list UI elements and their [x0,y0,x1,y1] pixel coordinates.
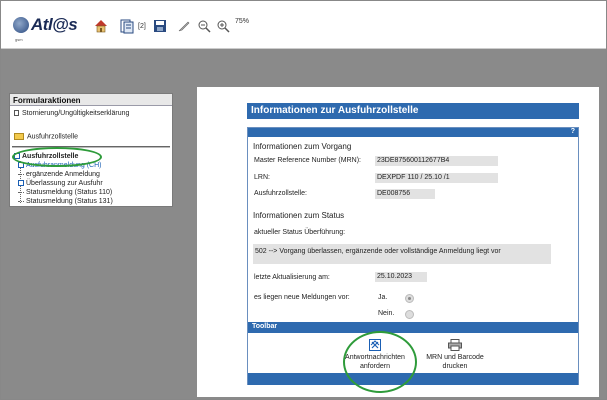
tree-branch [18,191,24,193]
mrn-value: 23DE875600112677B4 [375,156,498,166]
messages-label: es liegen neue Meldungen vor: [254,294,350,301]
tree-item-label: Statusmeldung (Status 131) [26,198,113,205]
no-radio[interactable] [405,310,414,319]
status-label: aktueller Status Überführung: [254,229,346,236]
update-label: letzte Aktualisierung am: [254,274,330,281]
page-title: Informationen zur Ausfuhrzollstelle [247,103,579,119]
zollstelle-label: Ausfuhrzollstelle: [254,190,307,197]
zollstelle-value: DE008756 [375,189,435,199]
print-label-2: drucken [442,363,468,370]
form-actions-title: Formularaktionen [10,94,172,106]
tree-item[interactable]: Statusmeldung (Status 131) [18,198,113,205]
form-toolbar-title: Toolbar [248,322,578,333]
storno-label: Stornierung/Ungültigkeitserklärung [22,110,130,117]
save-icon[interactable] [152,18,168,34]
update-value: 25.10.2023 [375,272,427,282]
help-strip: ? [248,128,578,137]
home-icon[interactable] [93,18,109,34]
tree-item-label: ergänzende Anmeldung [26,171,100,178]
document-icon [14,110,19,117]
tree-item-label: Statusmeldung (Status 110) [26,189,113,196]
tree-branch [18,173,24,175]
pen-icon[interactable] [176,18,192,34]
top-toolbar: Atl@s gsm [2] 75% [1,1,606,49]
status-heading: Informationen zum Status [253,211,345,220]
yes-radio[interactable] [405,294,414,303]
yes-label: Ja. [378,294,388,301]
folder-label: Ausfuhrzollstelle [27,133,78,141]
tree-expand-icon[interactable] [18,180,24,187]
tree-branch [18,200,24,202]
print-mrn-barcode-button[interactable]: MRN und Barcode drucken [425,339,485,371]
printer-icon [448,339,462,351]
folder-ausfuhrzollstelle[interactable]: Ausfuhrzollstelle [14,133,78,140]
folder-icon [14,133,24,140]
lrn-value: DEXPDF 110 / 25.10 /1 [375,173,498,183]
document-list-icon[interactable] [119,18,135,34]
tree-item[interactable]: Überlassung zur Ausfuhr [18,180,103,187]
logo-globe-icon [13,17,29,33]
tree-item-label: Überlassung zur Ausfuhr [26,180,103,187]
status-value: 502 --> Vorgang überlassen, ergänzende o… [253,244,551,264]
zoom-out-icon[interactable] [196,18,212,34]
highlight-circle-tree [12,147,102,167]
help-button[interactable]: ? [571,128,575,135]
no-label: Nein. [378,310,395,317]
tree-item[interactable]: Statusmeldung (Status 110) [18,189,112,196]
highlight-circle-button [343,331,417,393]
document-count-badge: [2] [138,23,146,30]
tree-item[interactable]: ergänzende Anmeldung [18,171,100,178]
vorgang-heading: Informationen zum Vorgang [253,142,352,151]
application-window: Atl@s gsm [2] 75% Formularaktionen Storn… [0,0,607,400]
logo-text: Atl@s [31,15,78,34]
zoom-level: 75% [235,18,250,25]
info-form: ? Informationen zum Vorgang Master Refer… [247,127,579,385]
print-label-1: MRN und Barcode [426,354,484,361]
atlas-logo: Atl@s gsm [13,15,83,45]
lrn-label: LRN: [254,174,270,181]
logo-subtext: gsm [15,37,23,42]
mrn-label: Master Reference Number (MRN): [254,157,361,164]
zoom-in-icon[interactable] [215,18,231,34]
storno-action[interactable]: Stornierung/Ungültigkeitserklärung [14,110,129,117]
